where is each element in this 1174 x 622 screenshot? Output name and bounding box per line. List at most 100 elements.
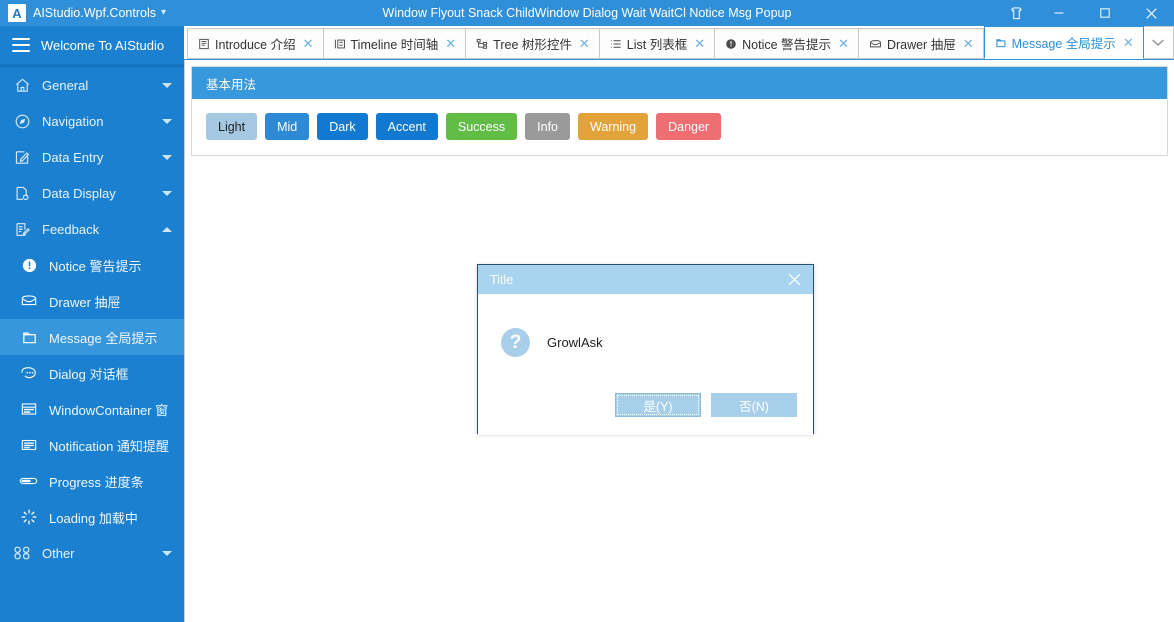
message-box-icon	[18, 326, 40, 348]
sidebar-item-label: WindowContainer 窗	[49, 402, 169, 418]
app-title: AIStudio.Wpf.Controls	[33, 6, 156, 20]
close-button[interactable]	[1128, 0, 1174, 26]
tab-tree[interactable]: Tree 树形控件 ✕	[465, 28, 599, 59]
button-danger[interactable]: Danger	[656, 113, 722, 140]
home-icon	[12, 75, 32, 95]
tab-label: Drawer 抽屉	[886, 38, 956, 52]
sidebar-group-label: Data Display	[42, 185, 116, 201]
demo-panel: 基本用法 Light Mid Dark Accent Success Info …	[191, 66, 1168, 156]
close-icon[interactable]: ✕	[694, 37, 705, 50]
chat-bubble-icon	[18, 362, 40, 384]
tab-bar: Introduce 介绍 ✕ Timeline 时间轴 ✕ Tree 树形控件 …	[184, 26, 1174, 60]
sidebar-group-data-display[interactable]: Data Display	[0, 175, 184, 211]
chevron-down-icon	[162, 154, 172, 160]
panel-body: Light Mid Dark Accent Success Info Warni…	[192, 99, 1167, 155]
close-icon[interactable]: ✕	[303, 37, 314, 50]
tab-introduce[interactable]: Introduce 介绍 ✕	[187, 28, 323, 59]
sidebar-item-loading[interactable]: Loading 加载中	[0, 499, 184, 535]
sidebar-group-navigation[interactable]: Navigation	[0, 103, 184, 139]
exclamation-circle-icon	[18, 254, 40, 276]
dialog-body: ? GrowlAsk 是(Y) 否(N)	[478, 294, 813, 435]
sidebar-item-message[interactable]: Message 全局提示	[0, 319, 184, 355]
sidebar-item-label: Drawer 抽屉	[49, 294, 121, 310]
sidebar-group-data-entry[interactable]: Data Entry	[0, 139, 184, 175]
title-bar: A AIStudio.Wpf.Controls ▾ Window Flyout …	[0, 0, 1174, 26]
panel-header: 基本用法	[192, 67, 1167, 99]
sidebar-item-label: Dialog 对话框	[49, 366, 129, 382]
sidebar-item-label: Progress 进度条	[49, 474, 144, 490]
tab-label: Timeline 时间轴	[350, 38, 439, 52]
close-icon[interactable]	[783, 269, 805, 291]
maximize-button[interactable]	[1082, 0, 1128, 26]
tab-timeline[interactable]: Timeline 时间轴 ✕	[322, 28, 466, 59]
close-icon[interactable]: ✕	[579, 37, 590, 50]
grid-dots-icon	[12, 543, 32, 563]
growl-ask-dialog: Title ? GrowlAsk 是(Y) 否(N)	[477, 264, 814, 435]
sidebar-item-label: Notice 警告提示	[49, 258, 142, 274]
chevron-down-icon	[162, 82, 172, 88]
button-mid[interactable]: Mid	[265, 113, 310, 140]
close-icon[interactable]: ✕	[445, 37, 456, 50]
tab-list[interactable]: List 列表框 ✕	[598, 28, 715, 59]
sidebar-item-dialog[interactable]: Dialog 对话框	[0, 355, 184, 391]
window-center-title: Window Flyout Snack ChildWindow Dialog W…	[382, 6, 792, 20]
sidebar-item-label: Loading 加载中	[49, 510, 138, 526]
application-window: A AIStudio.Wpf.Controls ▾ Window Flyout …	[0, 0, 1174, 622]
sidebar: Welcome To AIStudio General Navigation D…	[0, 26, 184, 622]
tab-notice[interactable]: Notice 警告提示 ✕	[714, 28, 858, 59]
close-icon[interactable]: ✕	[1123, 36, 1134, 49]
sidebar-header[interactable]: Welcome To AIStudio	[0, 26, 184, 64]
hamburger-icon[interactable]	[12, 38, 30, 52]
button-accent[interactable]: Accent	[375, 113, 438, 140]
dialog-message-row: ? GrowlAsk	[478, 294, 813, 357]
panel-title: 基本用法	[206, 77, 257, 92]
notification-icon	[18, 434, 40, 456]
skin-icon[interactable]	[996, 0, 1036, 26]
button-warning[interactable]: Warning	[578, 113, 649, 140]
sidebar-group-label: Navigation	[42, 113, 104, 129]
close-icon[interactable]: ✕	[838, 37, 849, 50]
chevron-down-icon	[162, 118, 172, 124]
button-dark[interactable]: Dark	[317, 113, 368, 140]
button-light[interactable]: Light	[206, 113, 258, 140]
dialog-title: Title	[490, 272, 514, 287]
button-info[interactable]: Info	[525, 113, 570, 140]
sidebar-group-general[interactable]: General	[0, 67, 184, 103]
sidebar-group-label: Other	[42, 545, 75, 561]
sidebar-group-other[interactable]: Other	[0, 535, 184, 571]
progress-icon	[18, 470, 40, 492]
sidebar-group-label: Feedback	[42, 221, 100, 237]
sidebar-item-progress[interactable]: Progress 进度条	[0, 463, 184, 499]
drawer-icon	[18, 290, 40, 312]
close-icon[interactable]: ✕	[963, 37, 974, 50]
timeline-icon	[334, 38, 346, 50]
sidebar-item-notification[interactable]: Notification 通知提醒	[0, 427, 184, 463]
tab-drawer[interactable]: Drawer 抽屉 ✕	[857, 28, 984, 59]
minimize-button[interactable]	[1036, 0, 1082, 26]
dialog-no-button[interactable]: 否(N)	[711, 393, 797, 417]
tree-icon	[476, 38, 488, 50]
drawer-icon	[869, 38, 882, 50]
sidebar-group-label: General	[42, 77, 89, 93]
chevron-down-icon[interactable]: ▾	[161, 8, 166, 18]
dialog-actions: 是(Y) 否(N)	[615, 393, 797, 417]
message-box-icon	[995, 37, 1007, 49]
tab-overflow-button[interactable]	[1143, 26, 1174, 59]
list-icon	[610, 38, 622, 50]
chevron-down-icon	[162, 190, 172, 196]
sidebar-group-feedback[interactable]: Feedback	[0, 211, 184, 247]
tab-message[interactable]: Message 全局提示 ✕	[983, 26, 1144, 59]
edit-box-icon	[12, 147, 32, 167]
sidebar-item-windowcontainer[interactable]: WindowContainer 窗	[0, 391, 184, 427]
tab-label: Message 全局提示	[1011, 37, 1116, 51]
tab-label: Introduce 介绍	[215, 38, 296, 52]
dialog-yes-button[interactable]: 是(Y)	[615, 393, 701, 417]
button-success[interactable]: Success	[445, 113, 518, 140]
sidebar-item-drawer[interactable]: Drawer 抽屉	[0, 283, 184, 319]
question-circle-icon: ?	[501, 328, 530, 357]
sidebar-item-notice[interactable]: Notice 警告提示	[0, 247, 184, 283]
tab-label: Notice 警告提示	[742, 38, 832, 52]
sidebar-item-label: Message 全局提示	[49, 330, 158, 346]
dialog-message: GrowlAsk	[547, 335, 603, 350]
sidebar-group-label: Data Entry	[42, 149, 104, 165]
